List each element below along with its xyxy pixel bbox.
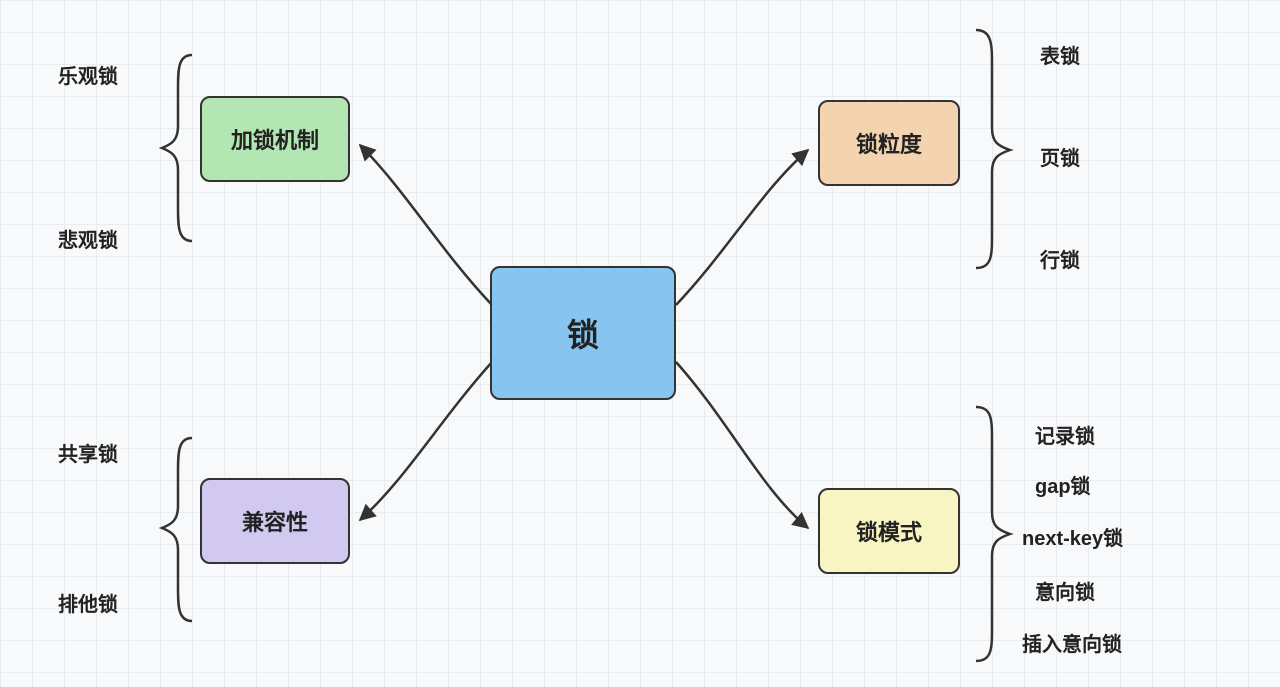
sublabel-lockmode-0: 记录锁 bbox=[1035, 420, 1095, 449]
brace-lockmode bbox=[976, 407, 1010, 661]
node-compatibility-label: 兼容性 bbox=[242, 505, 308, 537]
edge-center-to-compatibility bbox=[360, 362, 492, 520]
sublabel-compatibility-0: 共享锁 bbox=[58, 438, 118, 467]
sublabel-granularity-1: 页锁 bbox=[1040, 142, 1080, 171]
edge-center-to-lockmechanism bbox=[360, 145, 492, 305]
edge-center-to-granularity bbox=[676, 150, 808, 305]
sublabel-lockmode-3: 意向锁 bbox=[1035, 576, 1095, 605]
center-node-lock: 锁 bbox=[490, 266, 676, 400]
sublabel-lockmechanism-1: 悲观锁 bbox=[58, 224, 118, 253]
edge-center-to-lockmode bbox=[676, 362, 808, 528]
node-granularity-label: 锁粒度 bbox=[856, 127, 922, 159]
sublabel-lockmode-2: next-key锁 bbox=[1022, 522, 1123, 551]
node-granularity: 锁粒度 bbox=[818, 100, 960, 186]
sublabel-granularity-2: 行锁 bbox=[1040, 244, 1080, 273]
node-compatibility: 兼容性 bbox=[200, 478, 350, 564]
center-node-label: 锁 bbox=[567, 310, 599, 356]
sublabel-granularity-0: 表锁 bbox=[1040, 40, 1080, 69]
node-lockmode: 锁模式 bbox=[818, 488, 960, 574]
sublabel-lockmechanism-0: 乐观锁 bbox=[58, 60, 118, 89]
brace-compatibility bbox=[162, 438, 192, 621]
brace-lockmechanism bbox=[162, 55, 192, 241]
node-lockmode-label: 锁模式 bbox=[856, 515, 922, 547]
sublabel-lockmode-4: 插入意向锁 bbox=[1022, 628, 1122, 657]
node-lockmechanism-label: 加锁机制 bbox=[231, 123, 319, 155]
node-lockmechanism: 加锁机制 bbox=[200, 96, 350, 182]
sublabel-compatibility-1: 排他锁 bbox=[58, 588, 118, 617]
sublabel-lockmode-1: gap锁 bbox=[1035, 470, 1091, 499]
brace-granularity bbox=[976, 30, 1010, 268]
